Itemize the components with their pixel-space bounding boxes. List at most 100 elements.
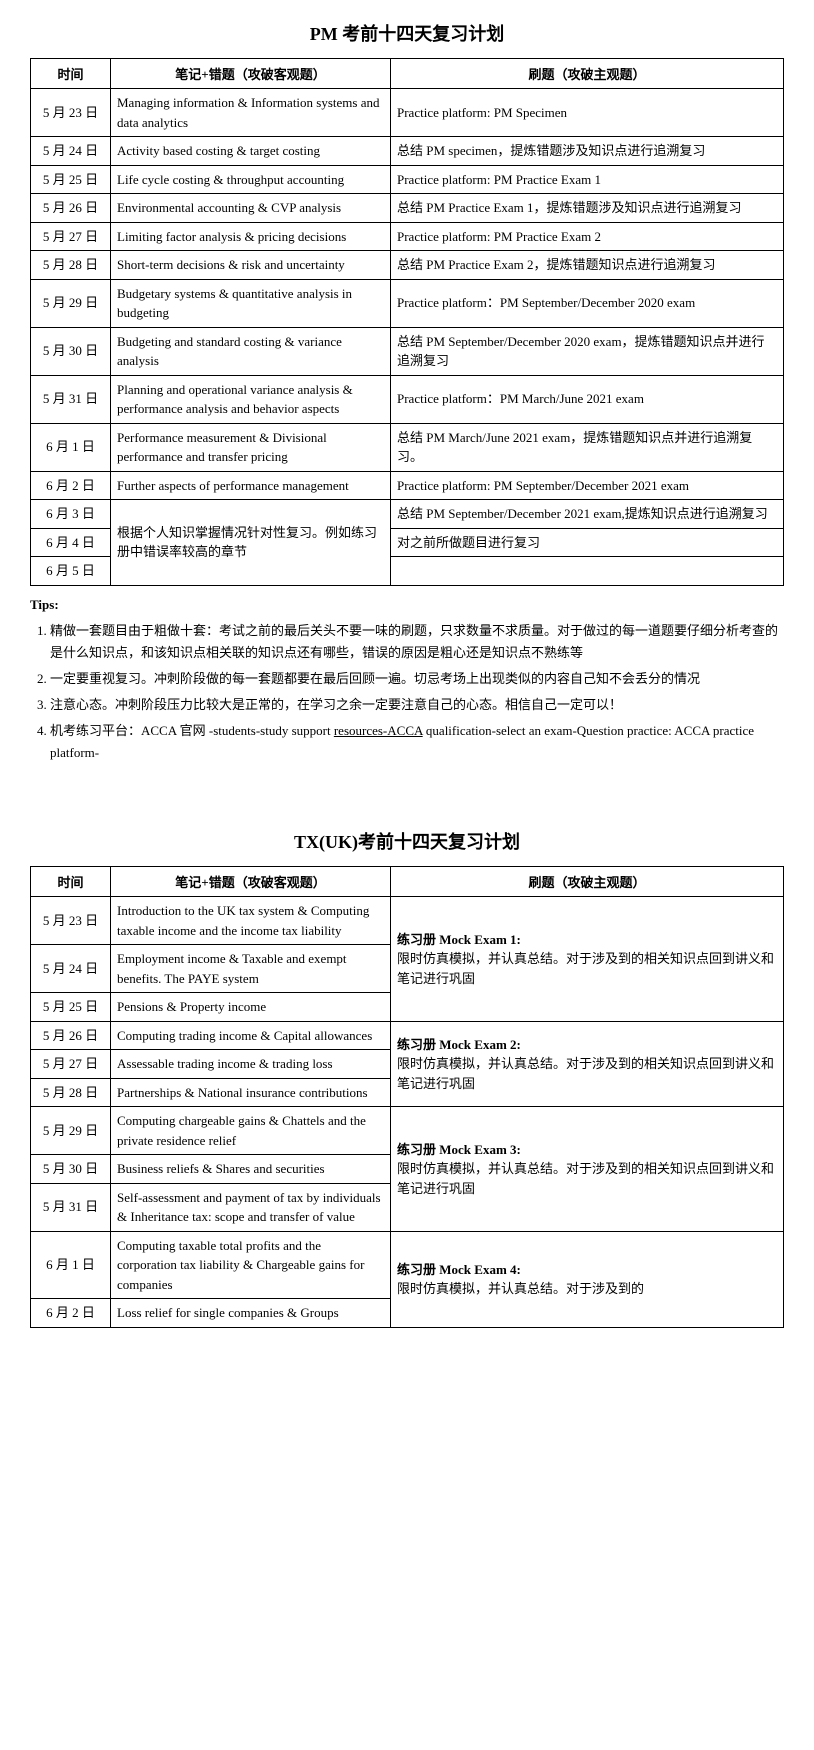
pm-practice-cell: 总结 PM Practice Exam 1，提炼错题涉及知识点进行追溯复习 bbox=[391, 194, 784, 223]
table-row: 5 月 30 日Budgeting and standard costing &… bbox=[31, 327, 784, 375]
table-row: 5 月 28 日Short-term decisions & risk and … bbox=[31, 251, 784, 280]
table-row: 5 月 29 日Computing chargeable gains & Cha… bbox=[31, 1107, 784, 1155]
pm-tip-item: 机考练习平台：ACCA 官网 -students-study support r… bbox=[50, 720, 784, 764]
pm-date-cell: 6 月 1 日 bbox=[31, 423, 111, 471]
pm-notes-cell: Budgeting and standard costing & varianc… bbox=[111, 327, 391, 375]
table-row: 5 月 26 日Computing trading income & Capit… bbox=[31, 1021, 784, 1050]
tx-practice-cell: 练习册 Mock Exam 1:限时仿真模拟，并认真总结。对于涉及到的相关知识点… bbox=[391, 897, 784, 1022]
tx-notes-cell: Introduction to the UK tax system & Comp… bbox=[111, 897, 391, 945]
pm-col1-header: 时间 bbox=[31, 59, 111, 89]
table-row: 5 月 23 日Introduction to the UK tax syste… bbox=[31, 897, 784, 945]
pm-practice-cell bbox=[391, 557, 784, 586]
table-row: 5 月 24 日Activity based costing & target … bbox=[31, 137, 784, 166]
pm-date-cell: 6 月 5 日 bbox=[31, 557, 111, 586]
table-row: 5 月 25 日Life cycle costing & throughput … bbox=[31, 165, 784, 194]
pm-notes-cell: Environmental accounting & CVP analysis bbox=[111, 194, 391, 223]
tx-notes-cell: Self-assessment and payment of tax by in… bbox=[111, 1183, 391, 1231]
tx-col1-header: 时间 bbox=[31, 867, 111, 897]
table-row: 5 月 31 日Planning and operational varianc… bbox=[31, 375, 784, 423]
pm-practice-cell: 总结 PM Practice Exam 2，提炼错题知识点进行追溯复习 bbox=[391, 251, 784, 280]
tx-date-cell: 6 月 1 日 bbox=[31, 1231, 111, 1299]
pm-date-cell: 5 月 27 日 bbox=[31, 222, 111, 251]
pm-notes-cell: Short-term decisions & risk and uncertai… bbox=[111, 251, 391, 280]
tx-notes-cell: Computing taxable total profits and the … bbox=[111, 1231, 391, 1299]
tx-practice-cell: 练习册 Mock Exam 4:限时仿真模拟，并认真总结。对于涉及到的 bbox=[391, 1231, 784, 1327]
pm-practice-cell: Practice platform: PM Practice Exam 2 bbox=[391, 222, 784, 251]
pm-notes-cell: Budgetary systems & quantitative analysi… bbox=[111, 279, 391, 327]
pm-practice-cell: 总结 PM specimen，提炼错题涉及知识点进行追溯复习 bbox=[391, 137, 784, 166]
tx-notes-cell: Computing chargeable gains & Chattels an… bbox=[111, 1107, 391, 1155]
pm-date-cell: 5 月 25 日 bbox=[31, 165, 111, 194]
tx-notes-cell: Pensions & Property income bbox=[111, 993, 391, 1022]
pm-practice-cell: Practice platform：PM March/June 2021 exa… bbox=[391, 375, 784, 423]
pm-date-cell: 5 月 29 日 bbox=[31, 279, 111, 327]
tx-date-cell: 5 月 30 日 bbox=[31, 1155, 111, 1184]
pm-tip-item: 注意心态。冲刺阶段压力比较大是正常的，在学习之余一定要注意自己的心态。相信自己一… bbox=[50, 694, 784, 716]
table-row: 6 月 2 日Further aspects of performance ma… bbox=[31, 471, 784, 500]
tx-notes-cell: Computing trading income & Capital allow… bbox=[111, 1021, 391, 1050]
pm-notes-cell: Limiting factor analysis & pricing decis… bbox=[111, 222, 391, 251]
pm-practice-cell: 总结 PM September/December 2020 exam，提炼错题知… bbox=[391, 327, 784, 375]
tx-notes-cell: Loss relief for single companies & Group… bbox=[111, 1299, 391, 1328]
pm-tip-item: 精做一套题目由于粗做十套：考试之前的最后关头不要一味的刷题，只求数量不求质量。对… bbox=[50, 620, 784, 664]
pm-col2-header: 笔记+错题（攻破客观题） bbox=[111, 59, 391, 89]
pm-col3-header: 刷题（攻破主观题） bbox=[391, 59, 784, 89]
pm-date-cell: 6 月 3 日 bbox=[31, 500, 111, 529]
pm-tip-item: 一定要重视复习。冲刺阶段做的每一套题都要在最后回顾一遍。切忌考场上出现类似的内容… bbox=[50, 668, 784, 690]
page-container: PM 考前十四天复习计划 时间 笔记+错题（攻破客观题） 刷题（攻破主观题） 5… bbox=[0, 0, 814, 1356]
pm-practice-cell: Practice platform: PM Practice Exam 1 bbox=[391, 165, 784, 194]
table-row: 5 月 29 日Budgetary systems & quantitative… bbox=[31, 279, 784, 327]
pm-practice-cell: 总结 PM March/June 2021 exam，提炼错题知识点并进行追溯复… bbox=[391, 423, 784, 471]
table-row: 6 月 3 日根据个人知识掌握情况针对性复习。例如练习册中错误率较高的章节总结 … bbox=[31, 500, 784, 529]
pm-notes-cell: Performance measurement & Divisional per… bbox=[111, 423, 391, 471]
pm-date-cell: 5 月 31 日 bbox=[31, 375, 111, 423]
tx-title: TX(UK)考前十四天复习计划 bbox=[30, 828, 784, 854]
tx-date-cell: 6 月 2 日 bbox=[31, 1299, 111, 1328]
tx-date-cell: 5 月 28 日 bbox=[31, 1078, 111, 1107]
tx-date-cell: 5 月 26 日 bbox=[31, 1021, 111, 1050]
tx-practice-cell: 练习册 Mock Exam 2:限时仿真模拟，并认真总结。对于涉及到的相关知识点… bbox=[391, 1021, 784, 1107]
pm-date-cell: 6 月 2 日 bbox=[31, 471, 111, 500]
table-row: 5 月 23 日Managing information & Informati… bbox=[31, 89, 784, 137]
pm-notes-cell: Further aspects of performance managemen… bbox=[111, 471, 391, 500]
pm-date-cell: 5 月 26 日 bbox=[31, 194, 111, 223]
tx-date-cell: 5 月 29 日 bbox=[31, 1107, 111, 1155]
tx-col3-header: 刷题（攻破主观题） bbox=[391, 867, 784, 897]
tx-date-cell: 5 月 23 日 bbox=[31, 897, 111, 945]
tx-notes-cell: Employment income & Taxable and exempt b… bbox=[111, 945, 391, 993]
table-row: 5 月 27 日Limiting factor analysis & prici… bbox=[31, 222, 784, 251]
pm-notes-cell: Activity based costing & target costing bbox=[111, 137, 391, 166]
pm-date-cell: 5 月 28 日 bbox=[31, 251, 111, 280]
tx-notes-cell: Business reliefs & Shares and securities bbox=[111, 1155, 391, 1184]
tx-date-cell: 5 月 24 日 bbox=[31, 945, 111, 993]
tx-practice-cell: 练习册 Mock Exam 3:限时仿真模拟，并认真总结。对于涉及到的相关知识点… bbox=[391, 1107, 784, 1232]
pm-date-cell: 5 月 24 日 bbox=[31, 137, 111, 166]
table-row: 6 月 1 日Computing taxable total profits a… bbox=[31, 1231, 784, 1299]
pm-practice-cell: 总结 PM September/December 2021 exam,提炼知识点… bbox=[391, 500, 784, 529]
tx-notes-cell: Assessable trading income & trading loss bbox=[111, 1050, 391, 1079]
pm-practice-cell: 对之前所做题目进行复习 bbox=[391, 528, 784, 557]
pm-table: 时间 笔记+错题（攻破客观题） 刷题（攻破主观题） 5 月 23 日Managi… bbox=[30, 58, 784, 586]
pm-practice-cell: Practice platform：PM September/December … bbox=[391, 279, 784, 327]
tx-date-cell: 5 月 31 日 bbox=[31, 1183, 111, 1231]
table-row: 5 月 26 日Environmental accounting & CVP a… bbox=[31, 194, 784, 223]
table-row: 6 月 1 日Performance measurement & Divisio… bbox=[31, 423, 784, 471]
pm-tips-title: Tips: bbox=[30, 594, 784, 616]
pm-practice-cell: Practice platform: PM September/December… bbox=[391, 471, 784, 500]
pm-tips-section: Tips: 精做一套题目由于粗做十套：考试之前的最后关头不要一味的刷题，只求数量… bbox=[30, 594, 784, 765]
pm-notes-cell: 根据个人知识掌握情况针对性复习。例如练习册中错误率较高的章节 bbox=[111, 500, 391, 586]
pm-notes-cell: Life cycle costing & throughput accounti… bbox=[111, 165, 391, 194]
tx-col2-header: 笔记+错题（攻破客观题） bbox=[111, 867, 391, 897]
pm-title: PM 考前十四天复习计划 bbox=[30, 20, 784, 46]
pm-tips-list: 精做一套题目由于粗做十套：考试之前的最后关头不要一味的刷题，只求数量不求质量。对… bbox=[30, 620, 784, 765]
tx-date-cell: 5 月 27 日 bbox=[31, 1050, 111, 1079]
pm-notes-cell: Planning and operational variance analys… bbox=[111, 375, 391, 423]
tx-table: 时间 笔记+错题（攻破客观题） 刷题（攻破主观题） 5 月 23 日Introd… bbox=[30, 866, 784, 1328]
tx-date-cell: 5 月 25 日 bbox=[31, 993, 111, 1022]
tx-notes-cell: Partnerships & National insurance contri… bbox=[111, 1078, 391, 1107]
pm-date-cell: 5 月 23 日 bbox=[31, 89, 111, 137]
pm-notes-cell: Managing information & Information syste… bbox=[111, 89, 391, 137]
pm-practice-cell: Practice platform: PM Specimen bbox=[391, 89, 784, 137]
pm-date-cell: 6 月 4 日 bbox=[31, 528, 111, 557]
pm-date-cell: 5 月 30 日 bbox=[31, 327, 111, 375]
